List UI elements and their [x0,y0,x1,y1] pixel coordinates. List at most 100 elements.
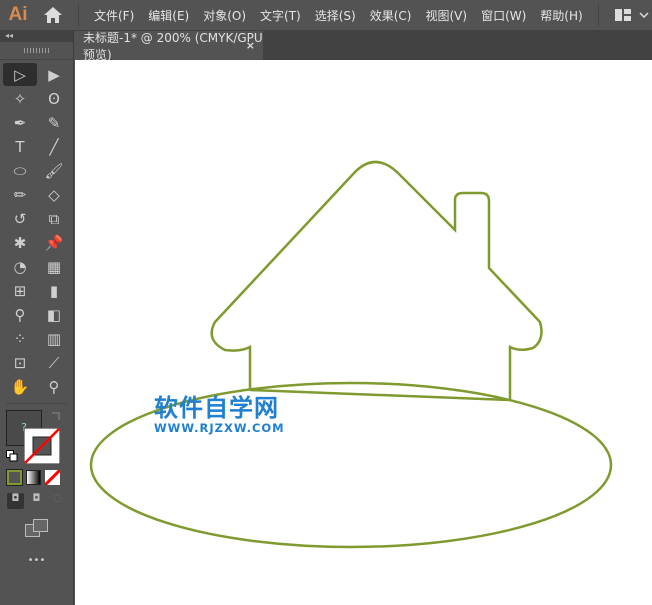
app-logo: Ai [8,4,28,25]
puppet-warp-tool[interactable]: ✱ [3,231,37,254]
magic-wand-icon: ✧ [13,89,27,108]
hand-icon: ✋ [10,377,30,396]
artboard-tool[interactable]: ⊡ [3,351,37,374]
symbol-sprayer-icon: ⁘ [13,329,27,348]
type-icon: T [15,137,25,156]
perspective-grid-tool[interactable]: ▦ [37,255,71,278]
zoom-icon: ⚲ [48,377,60,396]
none-button[interactable] [45,470,60,485]
draw-behind-button[interactable]: ◘ [28,493,45,509]
ellipse-icon: ⬭ [13,161,27,180]
tab-title: 未标题-1* @ 200% (CMYK/GPU 预览) [83,30,263,62]
menu-item[interactable]: 对象(O) [196,7,253,24]
menu-item[interactable]: 窗口(W) [474,7,533,24]
default-colors-icon[interactable] [6,450,18,462]
gradient-icon: ▮ [49,281,59,300]
panel-grip[interactable] [0,42,73,60]
watermark-en: WWW.RJZXW.COM [154,421,285,435]
hand-tool[interactable]: ✋ [3,375,37,398]
selection-tool[interactable]: ▷ [3,63,37,86]
workspace-switcher[interactable] [614,9,649,21]
menu-item[interactable]: 文件(F) [87,7,141,24]
scale-icon: ⧉ [48,209,60,228]
fill-stroke-widget[interactable]: ? [0,406,73,468]
menu-item[interactable]: 视图(V) [418,7,474,24]
line-tool[interactable]: ╱ [37,135,71,158]
home-icon [44,7,62,23]
artboard-icon: ⊡ [13,353,27,372]
watermark-cn: 软件自学网 [154,394,279,422]
zoom-tool[interactable]: ⚲ [37,375,71,398]
eyedropper-icon: ⚲ [14,305,26,324]
gradient-tool[interactable]: ▮ [37,279,71,302]
stroke-swatch-none[interactable] [24,428,60,464]
house-shape[interactable] [210,160,543,400]
paintbrush-tool[interactable]: 🖌 [37,159,71,182]
pencil-tool[interactable]: ✏ [3,183,37,206]
collapse-panel-button[interactable]: ◂◂ [0,30,73,42]
menu-item[interactable]: 帮助(H) [533,7,589,24]
layout-icon [614,9,631,21]
type-tool[interactable]: T [3,135,37,158]
swap-icon[interactable] [50,410,62,422]
more-tools-button[interactable]: ••• [0,555,73,566]
artwork [89,160,613,549]
shape-builder-icon: ◔ [13,257,27,276]
color-button[interactable] [6,469,23,486]
eraser-icon: ◇ [48,185,60,204]
menu-item[interactable]: 选择(S) [308,7,363,24]
rotate-tool[interactable]: ↺ [3,207,37,230]
tools-panel: ◂◂ ▷▶✧ʘ✒✎T╱⬭🖌✏◇↺⧉✱📌◔▦⊞▮⚲◧⁘▥⊡⟋✋⚲ ? ◘ ◘ ◌ … [0,30,74,605]
menu-item[interactable]: 文字(T) [253,7,308,24]
rotate-icon: ↺ [13,209,27,228]
mesh-tool[interactable]: ⊞ [3,279,37,302]
draw-mode-buttons: ◘ ◘ ◌ [0,487,73,515]
graph-icon: ▥ [46,329,62,348]
direct-selection-tool[interactable]: ▶ [37,63,71,86]
close-icon[interactable]: × [246,39,255,52]
tab-document[interactable]: 未标题-1* @ 200% (CMYK/GPU 预览) × [74,30,263,62]
shape-builder-tool[interactable]: ◔ [3,255,37,278]
screen-mode-icon[interactable] [25,519,49,537]
perspective-grid-icon: ▦ [46,257,62,276]
graph-tool[interactable]: ▥ [37,327,71,350]
lasso-tool[interactable]: ʘ [37,87,71,110]
eraser-tool[interactable]: ◇ [37,183,71,206]
pen-tool[interactable]: ✒ [3,111,37,134]
puppet-warp-icon: ✱ [13,233,27,252]
artboard-canvas[interactable] [75,60,652,605]
document-tabs: 未标题-1* @ 200% (CMYK/GPU 预览) × [74,30,652,62]
magic-wand-tool[interactable]: ✧ [3,87,37,110]
selection-icon: ▷ [14,65,26,84]
blend-icon: ◧ [46,305,62,324]
eyedropper-tool[interactable]: ⚲ [3,303,37,326]
menu-bar: Ai 文件(F) 编辑(E) 对象(O) 文字(T) 选择(S) 效果(C) 视图(V) 窗口… [0,0,652,30]
pen-icon: ✒ [13,113,27,132]
lasso-icon: ʘ [48,89,60,108]
blend-tool[interactable]: ◧ [37,303,71,326]
curvature-tool[interactable]: ✎ [37,111,71,134]
mesh-icon: ⊞ [13,281,27,300]
divider [78,4,79,26]
home-button[interactable] [36,0,70,30]
pencil-icon: ✏ [13,185,27,204]
line-icon: ╱ [49,137,59,156]
menu-item[interactable]: 效果(C) [363,7,419,24]
watermark: 软件自学网 WWW.RJZXW.COM [154,395,285,435]
draw-inside-button[interactable]: ◌ [49,493,66,509]
color-mode-buttons [0,468,73,487]
slice-icon: ⟋ [48,353,60,372]
curvature-icon: ✎ [47,113,61,132]
ellipse-tool[interactable]: ⬭ [3,159,37,182]
gradient-button[interactable] [26,470,41,485]
divider [597,4,599,26]
pin-tool[interactable]: 📌 [37,231,71,254]
symbol-sprayer-tool[interactable]: ⁘ [3,327,37,350]
scale-tool[interactable]: ⧉ [37,207,71,230]
direct-selection-icon: ▶ [48,65,60,84]
menu-item[interactable]: 编辑(E) [141,7,196,24]
slice-tool[interactable]: ⟋ [37,351,71,374]
pin-icon: 📌 [44,233,64,252]
chevron-down-icon [639,12,649,18]
draw-normal-button[interactable]: ◘ [7,493,24,509]
